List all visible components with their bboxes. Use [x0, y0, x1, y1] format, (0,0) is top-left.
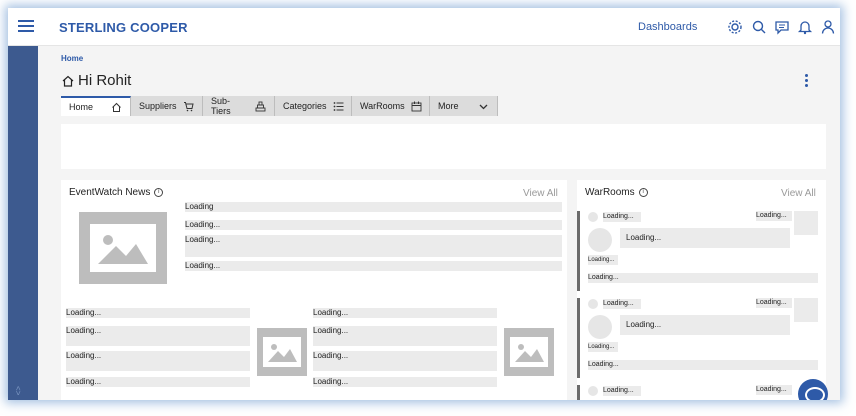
tab-label: Home — [69, 102, 94, 112]
avatar — [588, 212, 598, 222]
warroom-tag: Loading... — [603, 386, 641, 396]
side-rail[interactable]: <> — [8, 46, 38, 400]
search-icon[interactable] — [750, 18, 768, 36]
list-icon — [333, 101, 344, 112]
warroom-tag: Loading... — [756, 211, 792, 221]
user-icon[interactable] — [819, 18, 837, 36]
tab-home[interactable]: Home — [61, 96, 131, 116]
warroom-card[interactable]: Loading... Loading... Loading... Loading… — [577, 211, 826, 291]
dashboards-link[interactable]: Dashboards — [638, 21, 697, 33]
image-placeholder-icon — [79, 212, 167, 284]
tab-warrooms[interactable]: WarRooms — [352, 96, 430, 116]
tab-label: More — [438, 101, 459, 111]
warroom-main-line: Loading... — [620, 315, 790, 335]
news-loading-line: Loading... — [66, 326, 250, 346]
news-loading-line: Loading... — [66, 351, 250, 371]
news-loading-line: Loading... — [66, 377, 250, 387]
info-icon[interactable]: i — [154, 188, 164, 197]
warroom-tag: Loading... — [756, 298, 792, 308]
news-loading-line: Loading... — [313, 351, 497, 371]
image-placeholder-icon — [257, 328, 307, 376]
tier-icon — [255, 101, 266, 112]
news-loading-line: Loading... — [185, 235, 562, 257]
page-title: Hi Rohit — [78, 72, 132, 89]
tab-label: Suppliers — [139, 101, 177, 111]
warroom-thumb — [794, 211, 818, 235]
chat-icon[interactable] — [773, 18, 791, 36]
tab-label: Categories — [283, 101, 327, 111]
calendar-icon — [411, 101, 422, 112]
news-loading-line: Loading... — [313, 377, 497, 387]
avatar — [588, 386, 598, 396]
warroom-card[interactable]: Loading... Loading... Loading... Loading… — [577, 298, 826, 378]
more-options-icon[interactable] — [801, 74, 811, 88]
tab-bar: Home Suppliers Sub-Tiers Categories WarR… — [61, 96, 498, 116]
rail-handle-icon[interactable]: <> — [14, 386, 23, 395]
warroom-thumb — [794, 298, 818, 322]
home-icon — [111, 102, 122, 113]
news-loading-line: Loading... — [313, 308, 497, 318]
brand-name: STERLING COOPER — [59, 20, 188, 35]
news-loading-line: Loading... — [185, 220, 562, 230]
news-loading-line: Loading — [185, 202, 562, 212]
news-loading-line: Loading... — [313, 326, 497, 346]
home-icon — [61, 74, 75, 88]
warroom-tag: Loading... — [603, 212, 641, 222]
warroom-small-tag: Loading... — [588, 342, 618, 352]
tab-categories[interactable]: Categories — [275, 96, 352, 116]
warrooms-view-all-link[interactable]: View All — [781, 188, 816, 199]
news-panel-title: EventWatch News i — [69, 187, 164, 198]
tab-label: WarRooms — [360, 101, 405, 111]
warroom-footer-line: Loading... — [588, 360, 818, 370]
info-icon[interactable]: i — [638, 188, 648, 197]
app-window: STERLING COOPER Dashboards <> Home Hi Ro… — [8, 8, 840, 400]
warroom-small-tag: Loading... — [588, 255, 618, 265]
avatar — [588, 315, 612, 339]
warroom-tag: Loading... — [603, 299, 641, 309]
warroom-footer-line: Loading... — [588, 273, 818, 283]
image-placeholder-icon — [504, 328, 554, 376]
bell-icon[interactable] — [796, 18, 814, 36]
tab-sub-tiers[interactable]: Sub-Tiers — [203, 96, 275, 116]
news-view-all-link[interactable]: View All — [523, 188, 558, 199]
warroom-main-line: Loading... — [620, 228, 790, 248]
warrooms-panel: WarRooms i View All Loading... Loading..… — [577, 180, 826, 400]
avatar — [588, 228, 612, 252]
menu-icon[interactable] — [18, 20, 34, 34]
top-header: STERLING COOPER Dashboards — [8, 8, 840, 46]
cart-icon — [183, 101, 194, 112]
avatar — [588, 299, 598, 309]
tab-suppliers[interactable]: Suppliers — [131, 96, 203, 116]
eventwatch-news-panel: EventWatch News i View All Loading Loadi… — [61, 180, 567, 400]
warrooms-panel-title: WarRooms i — [585, 187, 648, 198]
empty-banner — [61, 124, 826, 169]
news-title-text: EventWatch News — [69, 187, 151, 198]
news-loading-line: Loading... — [66, 308, 250, 318]
warrooms-title-text: WarRooms — [585, 187, 635, 198]
breadcrumb[interactable]: Home — [61, 54, 83, 63]
warroom-tag: Loading... — [756, 385, 792, 395]
gear-icon[interactable] — [726, 18, 744, 36]
tab-label: Sub-Tiers — [211, 96, 231, 116]
news-loading-line: Loading... — [185, 261, 562, 271]
tab-more[interactable]: More — [430, 96, 498, 116]
warroom-card[interactable]: Loading... Loading... — [577, 385, 826, 400]
chevron-down-icon — [478, 101, 489, 112]
